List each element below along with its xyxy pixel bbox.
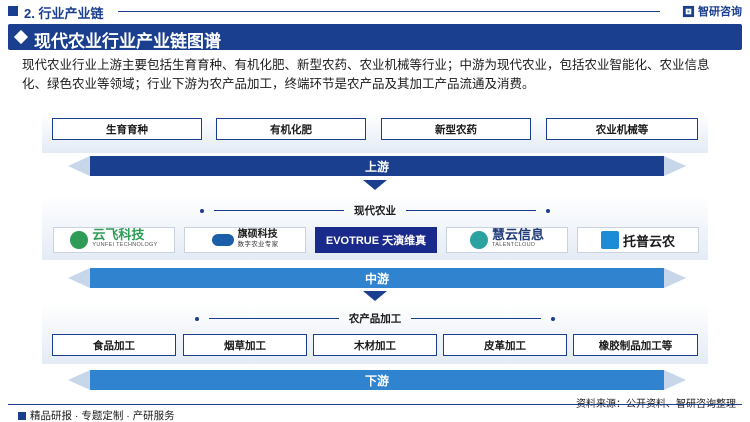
- midstream-bar: 中游: [68, 268, 686, 288]
- divider-line: [406, 210, 536, 211]
- company-name: 云飞科技: [92, 227, 145, 242]
- downstream-label: 下游: [364, 373, 389, 388]
- upstream-item: 生育育种: [52, 118, 202, 140]
- footer-text: 精品研报 · 专题定制 · 产研服务: [30, 410, 175, 422]
- divider-dot: [194, 316, 199, 321]
- page-title-bar: 现代农业行业产业链图谱: [8, 24, 742, 51]
- midstream-category: 现代农业: [0, 203, 750, 218]
- downstream-item: 木材加工: [313, 334, 437, 356]
- midstream-label: 中游: [364, 271, 389, 286]
- section-square-icon: [8, 6, 18, 16]
- yunfei-logo-icon: [70, 231, 89, 249]
- down-arrow-icon: [363, 291, 387, 301]
- company-logo-qishuo: 旗硕科技 数字农业专家: [184, 227, 306, 253]
- divider-line: [214, 210, 344, 211]
- company-logo-yunfei: 云飞科技 YUNFEI TECHNOLOGY: [53, 227, 175, 253]
- company-name: EVOTRUE 天演维真: [325, 235, 427, 247]
- top-cloud-logo-icon: [600, 231, 619, 249]
- downstream-item: 皮革加工: [443, 334, 567, 356]
- section-title: 2. 行业产业链: [24, 6, 104, 21]
- page-title: 现代农业行业产业链图谱: [34, 32, 221, 51]
- top-header: 2. 行业产业链 智研咨询: [0, 0, 750, 22]
- bar-left-arrow-icon: [68, 156, 90, 176]
- company-name: 旗硕科技: [237, 229, 278, 240]
- company-name: 慧云信息: [491, 227, 544, 242]
- downstream-bar: 下游: [68, 370, 686, 390]
- brand-icon: [682, 5, 695, 17]
- divider-dot: [200, 208, 204, 213]
- midstream-category-label: 现代农业: [354, 205, 396, 217]
- downstream-item: 烟草加工: [183, 334, 307, 356]
- bar-left-arrow-icon: [68, 268, 90, 288]
- huiyun-logo-icon: [469, 231, 488, 249]
- bar-left-arrow-icon: [68, 370, 90, 390]
- bar-right-arrow-icon: [664, 268, 686, 288]
- company-subtitle: TALENTCLOUD: [491, 242, 536, 248]
- footer-tagline: 精品研报 · 专题定制 · 产研服务: [18, 408, 175, 422]
- divider-dot: [551, 316, 556, 321]
- company-logo-evotrue: EVOTRUE 天演维真: [315, 227, 437, 253]
- company-logo-huiyun: 慧云信息 TALENTCLOUD: [446, 227, 568, 253]
- company-logo-top-cloud: 托普云农: [577, 227, 699, 253]
- upstream-item: 有机化肥: [216, 118, 366, 140]
- intro-paragraph: 现代农业行业上游主要包括生育育种、有机化肥、新型农药、农业机械等行业；中游为现代…: [22, 58, 710, 91]
- upstream-item: 农业机械等: [546, 118, 698, 140]
- downstream-item: 食品加工: [52, 334, 176, 356]
- divider-line: [208, 318, 339, 319]
- qishuo-logo-icon: [211, 234, 234, 246]
- footer-divider: [8, 404, 742, 405]
- bar-right-arrow-icon: [664, 156, 686, 176]
- divider-line: [411, 318, 542, 319]
- downstream-category-label: 农产品加工: [348, 313, 402, 325]
- company-name: 托普云农: [622, 233, 675, 249]
- upstream-item: 新型农药: [381, 118, 531, 140]
- header-divider: [118, 11, 660, 12]
- footer-square-icon: [18, 411, 26, 420]
- upstream-bar: 上游: [68, 156, 686, 176]
- down-arrow-icon: [363, 180, 387, 190]
- brand-logo: 智研咨询: [682, 3, 742, 19]
- diamond-icon: [13, 29, 29, 45]
- source-note: 资料来源：公开资料、智研咨询整理: [576, 395, 736, 410]
- brand-name: 智研咨询: [698, 6, 742, 18]
- downstream-category: 农产品加工: [0, 311, 750, 326]
- divider-dot: [546, 208, 550, 213]
- upstream-label: 上游: [364, 159, 389, 174]
- company-subtitle: YUNFEI TECHNOLOGY: [92, 242, 158, 248]
- company-subtitle: 数字农业专家: [237, 241, 279, 248]
- downstream-item: 橡胶制品加工等: [573, 334, 698, 356]
- bar-right-arrow-icon: [664, 370, 686, 390]
